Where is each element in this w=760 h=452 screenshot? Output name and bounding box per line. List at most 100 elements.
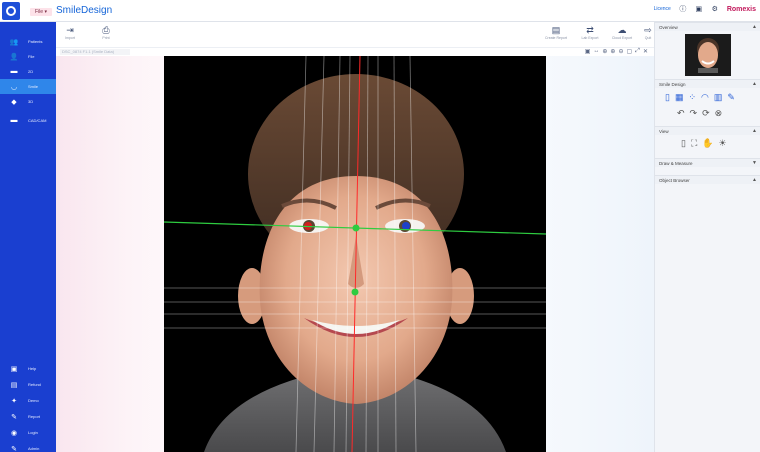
sidebar-item-2d[interactable]: ▬ 2D bbox=[0, 64, 56, 79]
tooth-view-icon[interactable]: ▯ bbox=[681, 138, 686, 149]
cloud-export-button[interactable]: ☁ Cloud Export bbox=[608, 24, 636, 46]
teeth-tool-icon[interactable]: ▥ bbox=[714, 92, 723, 103]
overview-title: Overview bbox=[659, 24, 678, 30]
demo-icon: ✦ bbox=[11, 397, 17, 405]
zoom-in-icon[interactable]: ⊕ bbox=[602, 48, 607, 55]
smile-tools-row-1: ▯ ▦ ⁘ ◠ ▥ ✎ bbox=[665, 92, 735, 103]
brightness-view-icon[interactable]: ☀ bbox=[718, 138, 726, 149]
settings-icon[interactable]: ⚙ bbox=[711, 5, 719, 13]
sidebar-item-demo[interactable]: ✦ Demo bbox=[0, 393, 56, 408]
collapse-arrow-icon: ▲ bbox=[752, 177, 757, 183]
draw-measure-title: Draw & Measure bbox=[659, 160, 693, 166]
collapse-arrow-icon: ▲ bbox=[752, 24, 757, 30]
sidebar-item-report[interactable]: ✎ Report bbox=[0, 409, 56, 424]
zoom-in-alt-icon[interactable]: ⊕ bbox=[610, 48, 615, 55]
refund-icon: ▤ bbox=[10, 381, 18, 389]
sidebar-item-login[interactable]: ◉ Login bbox=[0, 425, 56, 440]
create-report-icon: ▤ bbox=[551, 25, 561, 35]
sidebar-item-smile[interactable]: ◡ Smile bbox=[0, 79, 56, 94]
fit-icon[interactable]: ▢ bbox=[626, 48, 632, 55]
overview-section-header[interactable]: Overview ▲ bbox=[655, 22, 760, 31]
right-panel: Overview ▲ Smile Design ▲ ▯ ▦ ⁘ ◠ ▥ ✎ ↶ ↷ ⟳ ⊗ Vi… bbox=[654, 22, 760, 452]
sidebar-item-label: Report bbox=[28, 414, 41, 419]
tool-label: Import bbox=[65, 36, 75, 40]
file-menu-label: File bbox=[35, 9, 44, 15]
sidebar-item-3d[interactable]: ◆ 3D bbox=[0, 94, 56, 109]
lab-export-button[interactable]: ⇄ Lab Export bbox=[576, 24, 604, 46]
pen-tool-icon[interactable]: ✎ bbox=[727, 92, 735, 103]
lab-export-icon: ⇄ bbox=[586, 25, 594, 35]
sidebar-item-refund[interactable]: ▤ Refund bbox=[0, 377, 56, 392]
sidebar-item-file[interactable]: 👤 File bbox=[0, 49, 56, 64]
sidebar-item-patients[interactable]: 👥 Patients bbox=[0, 34, 56, 49]
3d-icon: ◆ bbox=[11, 98, 17, 106]
licence-link[interactable]: Licence bbox=[654, 6, 671, 12]
smile-icon: ◡ bbox=[10, 83, 18, 91]
snapshot-icon[interactable]: ▣ bbox=[585, 48, 591, 55]
app-logo-icon[interactable] bbox=[2, 2, 20, 20]
print-icon: ⎙ bbox=[102, 25, 110, 35]
file-menu-button[interactable]: File ▾ bbox=[30, 8, 52, 16]
object-browser-section-header[interactable]: Object Browser ▲ bbox=[655, 175, 760, 184]
overview-thumbnail[interactable] bbox=[685, 34, 731, 76]
canvas-area[interactable] bbox=[56, 56, 654, 452]
top-bar: File ▾ SmileDesign Licence ⓘ ▣ ⚙ Romexis bbox=[0, 0, 760, 22]
collapse-arrow-icon: ▲ bbox=[752, 81, 757, 87]
view-tools-row: ▯ ⛶ ✋ ☀ bbox=[681, 138, 727, 149]
undo-icon[interactable]: ↶ bbox=[677, 108, 685, 119]
print-button[interactable]: ⎙ Print bbox=[92, 24, 120, 46]
smile-tools-row-2: ↶ ↷ ⟳ ⊗ bbox=[677, 108, 722, 119]
import-button[interactable]: ⇥ Import bbox=[56, 24, 84, 46]
tool-label: Lab Export bbox=[581, 36, 599, 40]
reset-icon[interactable]: ⊗ bbox=[715, 108, 723, 119]
fit-view-icon[interactable]: ⛶ bbox=[691, 138, 697, 149]
grid-tool-icon[interactable]: ▦ bbox=[675, 92, 684, 103]
subnasal-point bbox=[351, 288, 359, 296]
chevron-down-icon: ▾ bbox=[44, 9, 47, 15]
file-icon: 👤 bbox=[9, 53, 19, 61]
hand-view-icon[interactable]: ✋ bbox=[702, 138, 713, 149]
info-icon[interactable]: ⓘ bbox=[679, 5, 687, 13]
lips-tool-icon[interactable]: ◠ bbox=[701, 92, 709, 103]
image-filename: DSC_0874 F1.1 (Smile Data) bbox=[60, 49, 130, 55]
tooth-tool-icon[interactable]: ▯ bbox=[665, 92, 670, 103]
sidebar-item-cadcam[interactable]: ▬ CAD/CAM bbox=[0, 113, 56, 128]
draw-measure-section-header[interactable]: Draw & Measure ▼ bbox=[655, 158, 760, 167]
sidebar-item-label: 3D bbox=[28, 99, 34, 104]
sidebar-item-label: Login bbox=[28, 430, 38, 435]
app-title: SmileDesign bbox=[56, 5, 113, 16]
sidebar-item-label: File bbox=[28, 54, 35, 59]
patients-icon: 👥 bbox=[9, 38, 19, 46]
collapse-arrow-icon: ▲ bbox=[752, 128, 757, 134]
dots-tool-icon[interactable]: ⁘ bbox=[688, 92, 696, 103]
zoom-out-icon[interactable]: ⊖ bbox=[618, 48, 623, 55]
sidebar-item-label: 2D bbox=[28, 69, 34, 74]
2d-icon: ▬ bbox=[10, 68, 18, 75]
sidebar-item-label: Demo bbox=[28, 398, 39, 403]
toolbar: ⇥ Import ⎙ Print ▤ Create Report ⇄ Lab Export ☁ C… bbox=[56, 22, 654, 47]
display-icon[interactable]: ▣ bbox=[695, 5, 703, 13]
sidebar-item-label: Help bbox=[28, 366, 37, 371]
view-section-header[interactable]: View ▲ bbox=[655, 126, 760, 135]
smile-design-section-header[interactable]: Smile Design ▲ bbox=[655, 79, 760, 88]
tool-label: Create Report bbox=[545, 36, 567, 40]
rotate-icon[interactable]: ⟳ bbox=[702, 108, 710, 119]
right-eye-marker bbox=[402, 222, 410, 230]
help-icon: ▣ bbox=[10, 365, 18, 373]
login-icon: ◉ bbox=[10, 429, 18, 437]
file-strip: DSC_0874 F1.1 (Smile Data) ▣ ↔ ⊕ ⊕ ⊖ ▢ ⤢ ✕ bbox=[56, 47, 654, 56]
pan-icon[interactable]: ↔ bbox=[593, 48, 599, 55]
smile-design-title: Smile Design bbox=[659, 81, 686, 87]
view-tools: ▣ ↔ ⊕ ⊕ ⊖ ▢ ⤢ ✕ bbox=[585, 48, 648, 55]
patient-photo[interactable] bbox=[164, 56, 546, 452]
redo-icon[interactable]: ↷ bbox=[690, 108, 698, 119]
sidebar-item-help[interactable]: ▣ Help bbox=[0, 361, 56, 376]
admin-icon: ✎ bbox=[11, 445, 17, 452]
tool-label: Print bbox=[102, 36, 110, 40]
sidebar-item-label: CAD/CAM bbox=[28, 118, 47, 123]
report-icon: ✎ bbox=[11, 413, 17, 421]
create-report-button[interactable]: ▤ Create Report bbox=[542, 24, 570, 46]
close-icon[interactable]: ✕ bbox=[643, 48, 648, 55]
fullscreen-icon[interactable]: ⤢ bbox=[635, 48, 640, 55]
sidebar-item-admin[interactable]: ✎ Admin bbox=[0, 441, 56, 452]
